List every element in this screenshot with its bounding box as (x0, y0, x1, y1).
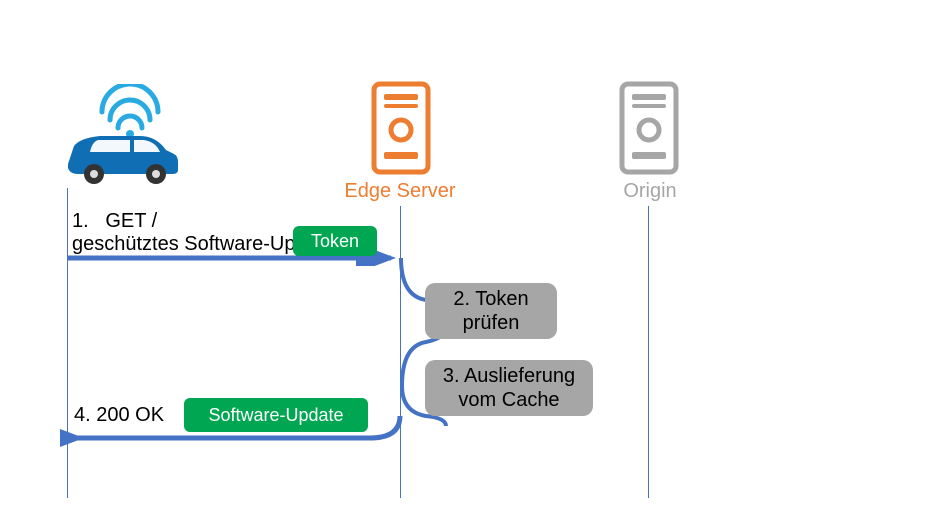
step3-box: 3. Auslieferung vom Cache (425, 360, 593, 416)
step1-number: 1. (72, 210, 89, 232)
step4-status: 4. 200 OK (74, 404, 164, 427)
car-client-icon (60, 84, 180, 184)
origin-server-icon (618, 80, 680, 176)
token-badge: Token (293, 226, 377, 256)
step1-line1: 1. GET / (72, 210, 157, 233)
edge-server-icon (370, 80, 432, 176)
step2-box: 2. Token prüfen (425, 283, 557, 339)
origin-lifeline (648, 206, 649, 498)
payload-badge: Software-Update (184, 398, 368, 432)
step1-method: GET / (105, 210, 157, 232)
edge-server-label: Edge Server (340, 180, 460, 203)
origin-server-label: Origin (600, 180, 700, 203)
